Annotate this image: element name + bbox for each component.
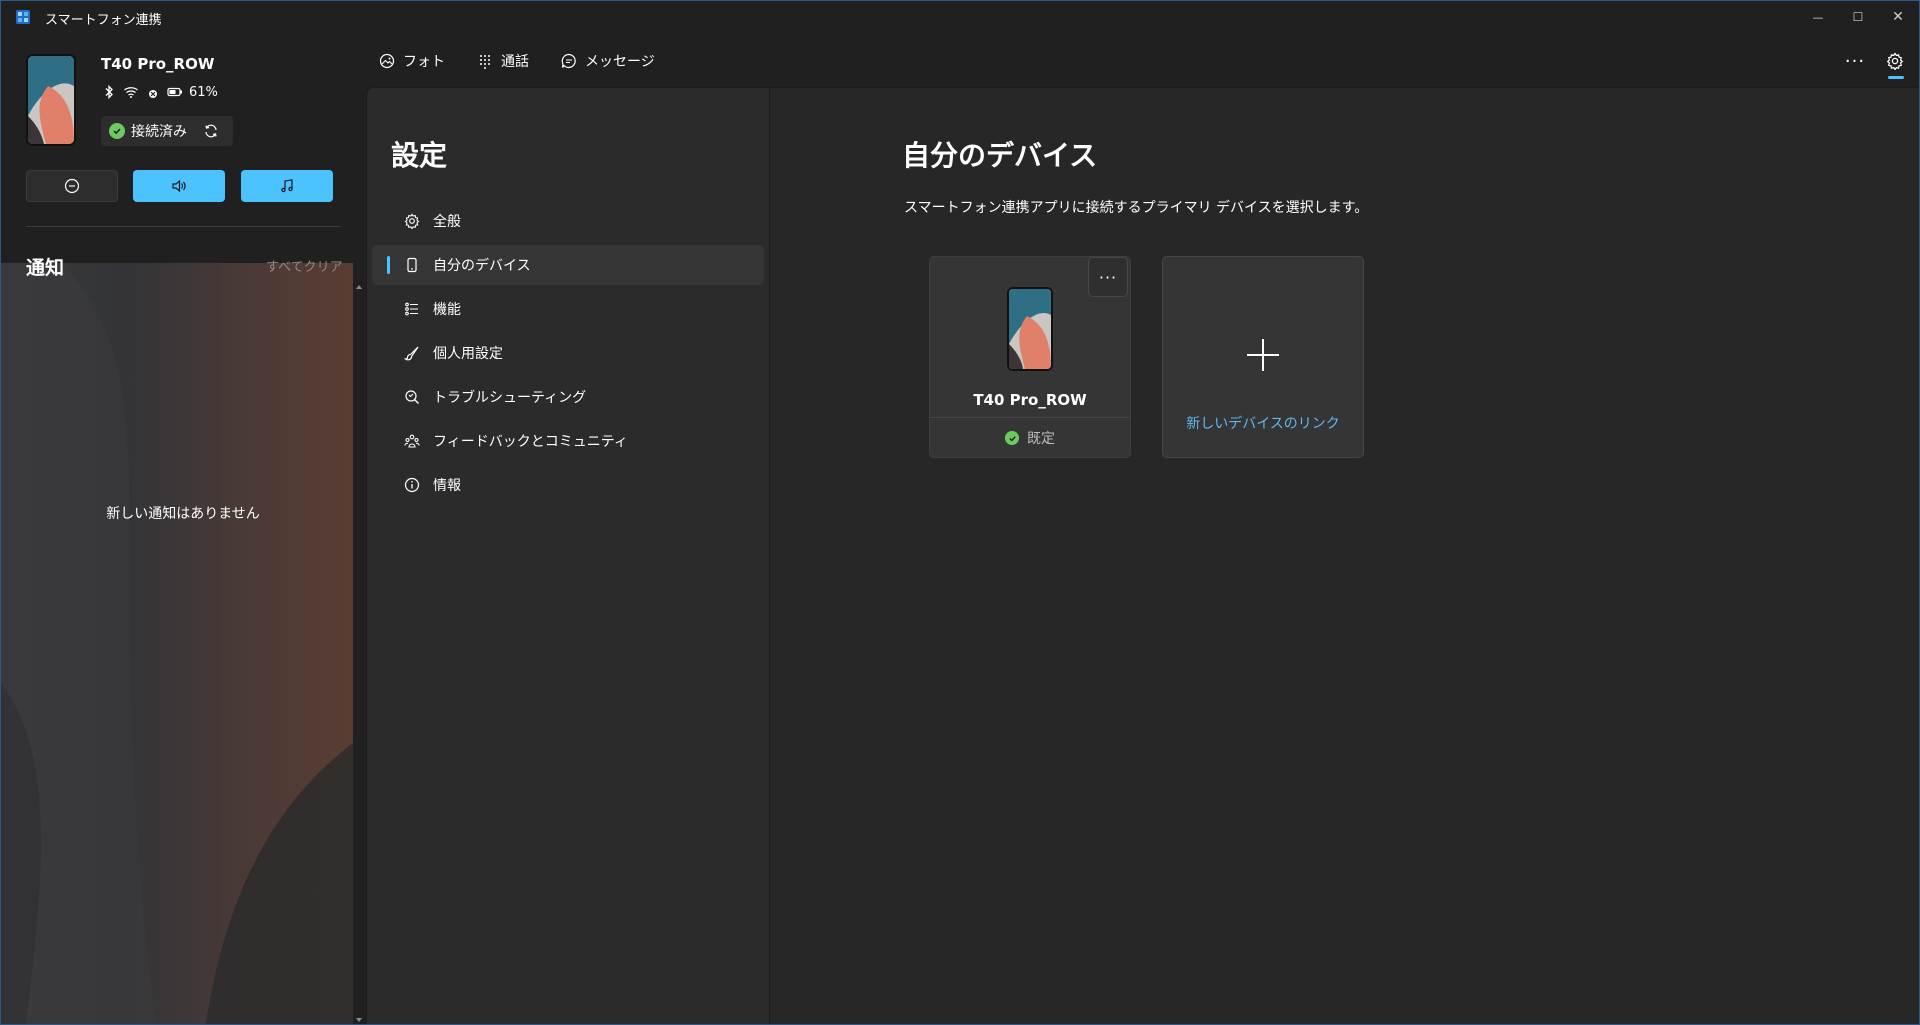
tab-messages-label: メッセージ [585,54,655,70]
close-icon: ✕ [1892,9,1904,25]
settings-item-feedback-community-label: フィードバックとコミュニティ [433,434,628,450]
info-icon [404,477,420,493]
list-icon [405,302,418,316]
connection-status-chip: 接続済み [101,116,233,146]
gear-icon [404,213,420,229]
link-new-device-label: 新しいデバイスのリンク [1186,416,1340,432]
device-card-status-label: 既定 [1027,431,1055,447]
phone-panel: T40 Pro_ROW 61% 接続済み 通知 すべてクリア 新しい通知はありま… [1,33,365,1024]
photo-icon [379,53,395,69]
settings-item-personalization-label: 個人用設定 [433,346,503,362]
settings-item-features-label: 機能 [433,302,461,318]
battery-icon [167,87,182,97]
community-icon [404,434,420,448]
phone-wallpaper-icon [28,56,74,144]
close-button[interactable]: ✕ [1875,1,1919,33]
settings-item-about-label: 情報 [433,478,461,494]
app-logo-icon [16,10,30,24]
settings-item-features[interactable]: 機能 [372,289,764,329]
empty-notifications-text: 新しい通知はありません [106,506,260,522]
bluetooth-icon [105,84,113,100]
tab-calls[interactable]: 通話 [477,51,529,71]
device-card-name: T40 Pro_ROW [973,391,1087,409]
scroll-down-icon[interactable] [355,1016,363,1024]
brush-icon [404,346,419,361]
device-name: T40 Pro_ROW [101,55,215,73]
tab-photos-label: フォト [403,54,445,70]
notifications-scrollbar[interactable] [353,283,365,1024]
phone-icon [407,257,417,273]
phone-thumbnail [26,54,76,146]
music-icon [281,179,293,193]
app-window: スマートフォン連携 — ☐ ✕ T40 Pro_ROW 61% 接続済み 通知 … [0,0,1920,1025]
page-title: 自分のデバイス [902,139,1098,172]
check-icon [1005,431,1019,445]
settings-item-feedback-community[interactable]: フィードバックとコミュニティ [372,421,764,461]
settings-title: 設定 [391,139,448,172]
settings-active-indicator [1888,76,1904,79]
signal-off-icon [149,90,157,98]
device-card-more-button[interactable]: ··· [1088,257,1128,297]
do-not-disturb-icon [64,178,80,194]
clear-all-link[interactable]: すべてクリア [266,256,343,275]
settings-item-troubleshooting-label: トラブルシューティング [433,390,587,406]
battery-percent: 61% [189,84,218,100]
phone-wallpaper-icon [1009,289,1051,369]
device-status-row: 61% [101,84,218,100]
page-description: スマートフォン連携アプリに接続するプライマリ デバイスを選択します。 [904,200,1369,216]
wallpaper-background [1,263,353,1024]
maximize-icon: ☐ [1852,10,1864,24]
tab-messages[interactable]: メッセージ [561,51,655,71]
active-indicator [387,256,390,274]
plus-icon [1247,339,1279,371]
message-icon [561,53,576,69]
gear-icon [1886,52,1904,70]
content-area: 設定 全般 自分のデバイス 機能 個人用設定 トラブルシューティング フィードバ… [366,87,1919,1024]
scroll-up-icon[interactable] [355,283,363,291]
wifi-icon [124,87,138,98]
settings-item-about[interactable]: 情報 [372,465,764,505]
tab-photos[interactable]: フォト [379,51,445,71]
check-icon [109,123,125,139]
notifications-title: 通知 [26,257,65,279]
settings-item-my-devices[interactable]: 自分のデバイス [372,245,764,285]
troubleshoot-icon [405,390,419,404]
device-card[interactable]: ··· T40 Pro_ROW 既定 [929,256,1131,458]
top-navigation: フォト 通話 メッセージ [365,45,655,77]
music-button[interactable] [241,170,333,202]
settings-item-troubleshooting[interactable]: トラブルシューティング [372,377,764,417]
settings-item-general-label: 全般 [433,214,461,230]
title-bar: スマートフォン連携 — ☐ ✕ [1,1,1919,33]
device-card-phone-image [1007,287,1053,371]
volume-icon [172,179,186,193]
settings-button[interactable] [1881,47,1909,75]
dialpad-icon [480,55,490,69]
tab-calls-label: 通話 [501,54,529,70]
more-options-button[interactable]: ··· [1839,49,1871,73]
window-title: スマートフォン連携 [45,13,162,28]
sync-button[interactable] [203,123,219,139]
settings-item-general[interactable]: 全般 [372,201,764,241]
link-new-device-card[interactable]: 新しいデバイスのリンク [1162,256,1364,458]
do-not-disturb-button[interactable] [26,170,118,202]
connection-status-label: 接続済み [131,124,187,140]
settings-item-personalization[interactable]: 個人用設定 [372,333,764,373]
settings-navigation: 設定 全般 自分のデバイス 機能 個人用設定 トラブルシューティング フィードバ… [367,88,770,1024]
device-card-default-status: 既定 [930,428,1130,448]
volume-button[interactable] [133,170,225,202]
device-card-divider [930,417,1130,418]
panel-divider [26,226,340,227]
minimize-icon: — [1812,10,1824,24]
settings-item-my-devices-label: 自分のデバイス [433,258,531,274]
